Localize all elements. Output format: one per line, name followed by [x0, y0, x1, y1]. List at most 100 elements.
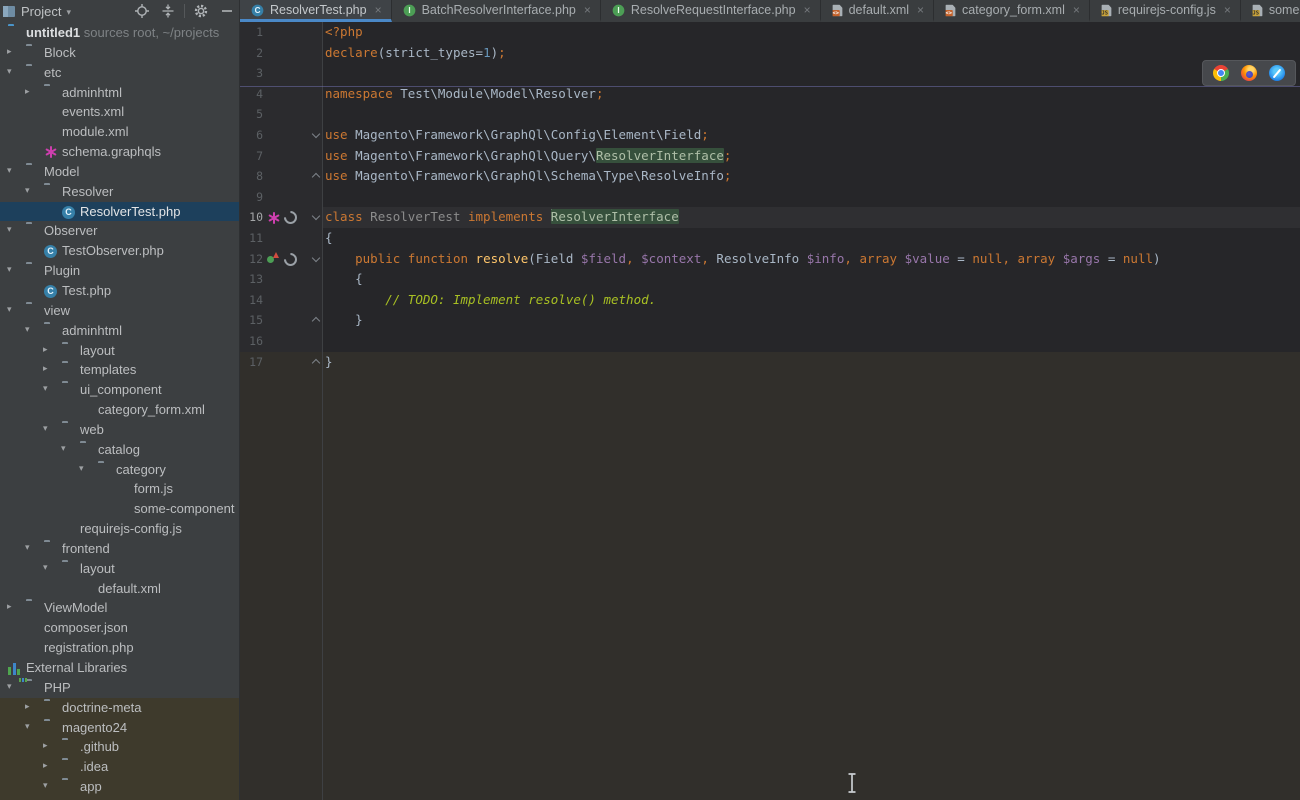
tree-item-github[interactable]: ▸.github — [0, 737, 240, 757]
fold-marker-icon[interactable] — [311, 315, 320, 324]
tree-item-frontend[interactable]: ▾frontend — [0, 539, 240, 559]
project-view-selector[interactable]: Project — [21, 4, 61, 19]
tree-item-layout[interactable]: ▸layout — [0, 341, 240, 361]
code-line-17[interactable]: 17} — [240, 352, 1300, 373]
tree-item-etc[interactable]: ▾etc — [0, 63, 240, 83]
code-line-2[interactable]: 2declare(strict_types=1); — [240, 43, 1300, 64]
tab-resolvertest-php[interactable]: ResolverTest.php× — [240, 0, 392, 22]
close-icon[interactable]: × — [375, 3, 382, 17]
collapse-arrow-icon[interactable]: ▾ — [61, 443, 66, 454]
close-icon[interactable]: × — [1224, 3, 1231, 17]
close-icon[interactable]: × — [917, 3, 924, 17]
collapse-arrow-icon[interactable]: ▾ — [7, 681, 12, 692]
tree-item-templates[interactable]: ▸templates — [0, 360, 240, 380]
expand-arrow-icon[interactable]: ▸ — [25, 86, 30, 97]
settings-icon[interactable] — [193, 3, 209, 19]
tree-item-test-php[interactable]: Test.php — [0, 281, 240, 301]
tree-item-plugin[interactable]: ▾Plugin — [0, 261, 240, 281]
code-line-3[interactable]: 3 — [240, 63, 1300, 84]
tree-item-viewmodel[interactable]: ▸ViewModel — [0, 598, 240, 618]
fold-marker-icon[interactable] — [311, 357, 320, 366]
tree-item-composer-json[interactable]: composer.json — [0, 618, 240, 638]
collapse-arrow-icon[interactable]: ▾ — [43, 562, 48, 573]
collapse-arrow-icon[interactable]: ▾ — [79, 463, 84, 474]
tree-item-category[interactable]: ▾category — [0, 460, 240, 480]
close-icon[interactable]: × — [584, 3, 591, 17]
tab-requirejs-config-js[interactable]: requirejs-config.js× — [1090, 0, 1241, 22]
collapse-arrow-icon[interactable]: ▾ — [25, 185, 30, 196]
code-line-1[interactable]: 1<?php — [240, 22, 1300, 43]
tree-item-adminhtml[interactable]: ▾adminhtml — [0, 321, 240, 341]
expand-arrow-icon[interactable]: ▸ — [7, 601, 12, 612]
code-line-13[interactable]: 13 { — [240, 269, 1300, 290]
fold-marker-icon[interactable] — [311, 171, 320, 180]
collapse-arrow-icon[interactable]: ▾ — [7, 304, 12, 315]
tree-item-layout[interactable]: ▾layout — [0, 559, 240, 579]
tree-item-model[interactable]: ▾Model — [0, 162, 240, 182]
tree-item-view[interactable]: ▾view — [0, 301, 240, 321]
firefox-browser-icon[interactable] — [1241, 65, 1257, 81]
tree-item-external-libraries[interactable]: External Libraries — [0, 658, 240, 678]
fold-marker-icon[interactable] — [311, 130, 320, 139]
expand-arrow-icon[interactable]: ▸ — [7, 46, 12, 57]
code-line-5[interactable]: 5 — [240, 104, 1300, 125]
close-icon[interactable]: × — [804, 3, 811, 17]
collapse-arrow-icon[interactable]: ▾ — [7, 264, 12, 275]
expand-arrow-icon[interactable]: ▸ — [43, 740, 48, 751]
editor[interactable]: 1<?php2declare(strict_types=1);34namespa… — [240, 22, 1300, 800]
tab-category-form-xml[interactable]: category_form.xml× — [934, 0, 1090, 22]
close-icon[interactable]: × — [1073, 3, 1080, 17]
tree-item-adminhtml[interactable]: ▸adminhtml — [0, 83, 240, 103]
locate-icon[interactable] — [134, 3, 150, 19]
code-line-15[interactable]: 15 } — [240, 310, 1300, 331]
tree-item-doctrine-meta[interactable]: ▸doctrine-meta — [0, 698, 240, 718]
tree-item-idea[interactable]: ▸.idea — [0, 757, 240, 777]
fold-marker-icon[interactable] — [311, 212, 320, 221]
safari-browser-icon[interactable] — [1269, 65, 1285, 81]
expand-arrow-icon[interactable]: ▸ — [25, 701, 30, 712]
collapse-all-icon[interactable] — [160, 3, 176, 19]
code-line-9[interactable]: 9 — [240, 187, 1300, 208]
tab-batchresolverinterface-php[interactable]: BatchResolverInterface.php× — [392, 0, 601, 22]
tree-item-block[interactable]: ▸Block — [0, 43, 240, 63]
tree-item-registration-php[interactable]: registration.php — [0, 638, 240, 658]
tab-default-xml[interactable]: default.xml× — [821, 0, 934, 22]
expand-arrow-icon[interactable]: ▸ — [43, 363, 48, 374]
panel-splitter[interactable] — [239, 0, 240, 800]
tree-item-some-component[interactable]: some-component — [0, 499, 240, 519]
tree-item-resolvertest-php[interactable]: ResolverTest.php — [0, 202, 240, 222]
expand-arrow-icon[interactable]: ▸ — [43, 344, 48, 355]
graphql-schema-icon[interactable] — [267, 211, 280, 224]
tree-item-web[interactable]: ▾web — [0, 420, 240, 440]
collapse-arrow-icon[interactable]: ▾ — [7, 224, 12, 235]
code-line-16[interactable]: 16 — [240, 331, 1300, 352]
fold-marker-icon[interactable] — [311, 254, 320, 263]
tree-item-ui-component[interactable]: ▾ui_component — [0, 380, 240, 400]
tree-item-testobserver-php[interactable]: TestObserver.php — [0, 241, 240, 261]
code-line-8[interactable]: 8use Magento\Framework\GraphQl\Schema\Ty… — [240, 166, 1300, 187]
collapse-arrow-icon[interactable]: ▾ — [25, 542, 30, 553]
code-line-6[interactable]: 6use Magento\Framework\GraphQl\Config\El… — [240, 125, 1300, 146]
collapse-arrow-icon[interactable]: ▾ — [7, 66, 12, 77]
chrome-browser-icon[interactable] — [1213, 65, 1229, 81]
tab-resolverequestinterface-php[interactable]: ResolveRequestInterface.php× — [601, 0, 821, 22]
tree-item-form-js[interactable]: form.js — [0, 479, 240, 499]
collapse-arrow-icon[interactable]: ▾ — [7, 165, 12, 176]
implements-method-icon[interactable] — [267, 252, 280, 265]
tree-item-magento24[interactable]: ▾magento24 — [0, 718, 240, 738]
expand-arrow-icon[interactable]: ▸ — [43, 760, 48, 771]
collapse-arrow-icon[interactable]: ▾ — [25, 324, 30, 335]
tree-item-default-xml[interactable]: default.xml — [0, 579, 240, 599]
hide-panel-icon[interactable] — [219, 3, 235, 19]
code-line-7[interactable]: 7use Magento\Framework\GraphQl\Query\Res… — [240, 146, 1300, 167]
code-line-4[interactable]: 4namespace Test\Module\Model\Resolver; — [240, 84, 1300, 105]
tree-item-resolver[interactable]: ▾Resolver — [0, 182, 240, 202]
tree-item-observer[interactable]: ▾Observer — [0, 221, 240, 241]
collapse-arrow-icon[interactable]: ▾ — [43, 780, 48, 791]
implemented-marker-icon[interactable] — [281, 250, 299, 268]
tree-item-catalog[interactable]: ▾catalog — [0, 440, 240, 460]
implemented-marker-icon[interactable] — [281, 209, 299, 227]
tree-item-module-xml[interactable]: module.xml — [0, 122, 240, 142]
tab-some-compo[interactable]: some-compo× — [1241, 0, 1300, 22]
code-line-12[interactable]: 12 public function resolve(Field $field,… — [240, 249, 1300, 270]
